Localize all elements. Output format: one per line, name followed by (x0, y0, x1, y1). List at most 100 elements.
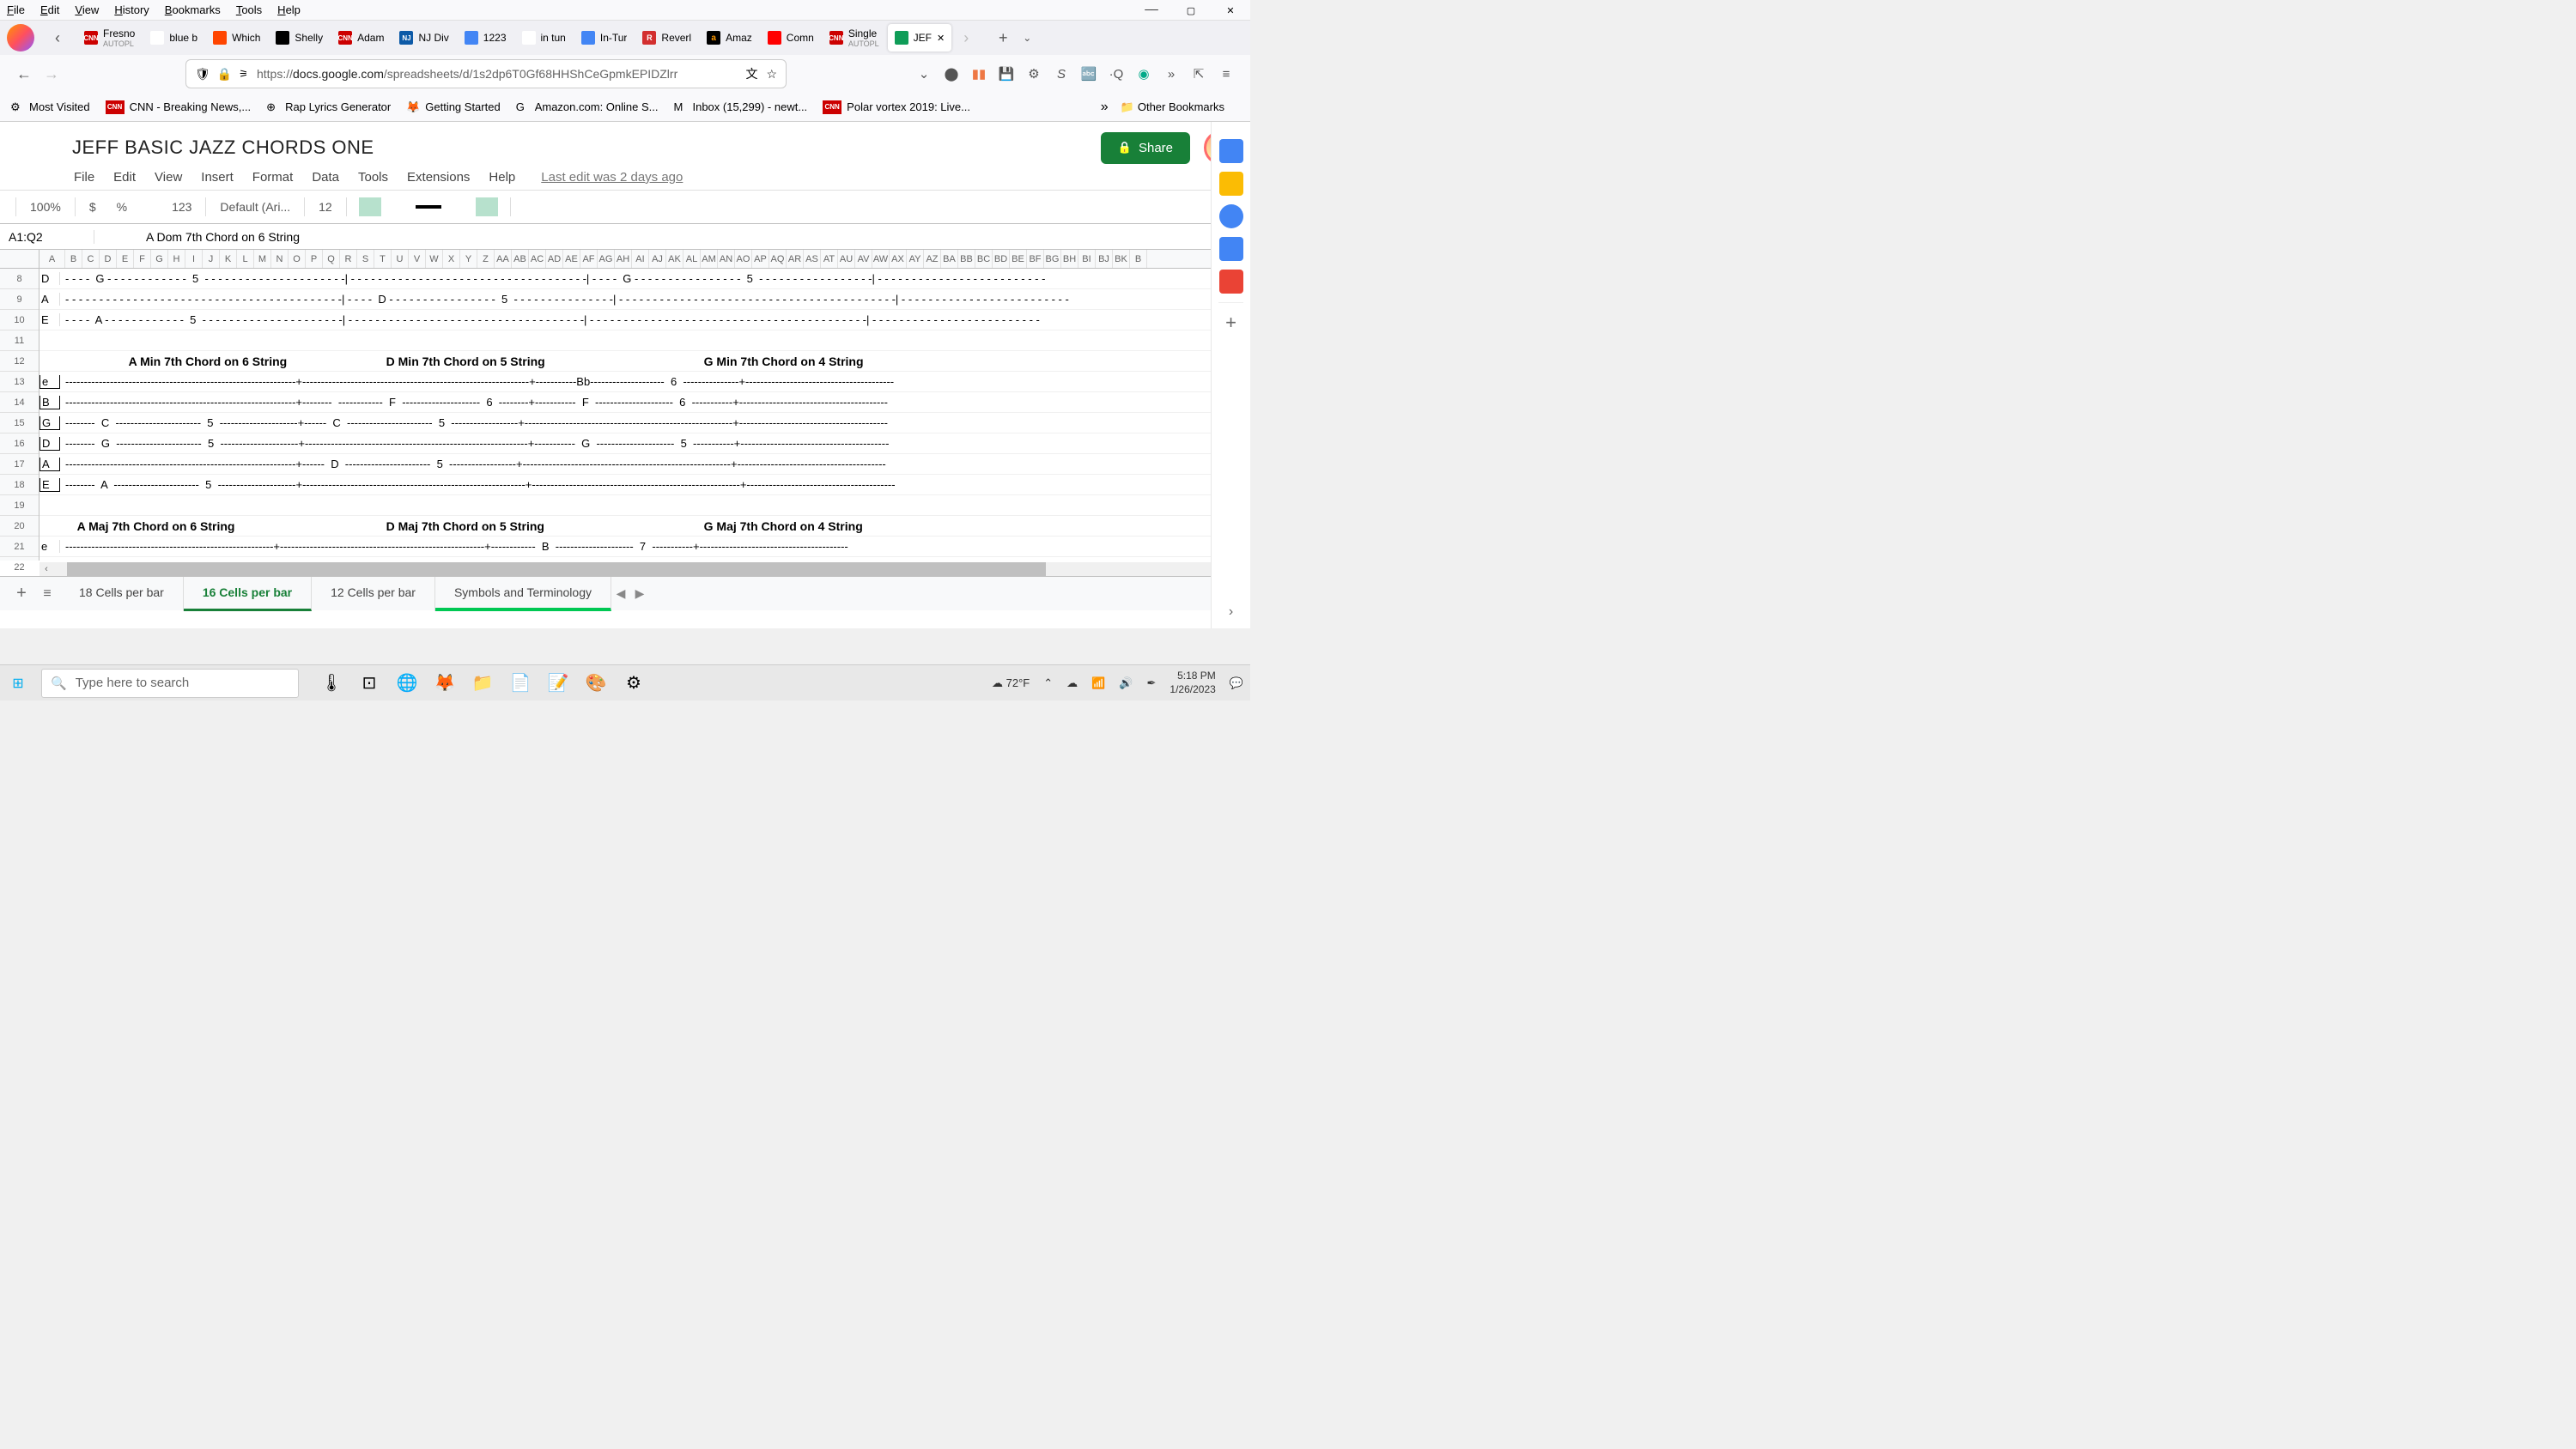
tab-cell[interactable]: - - - - A - - - - - - - - - - - - 5 - - … (60, 313, 1040, 326)
column-header[interactable]: AJ (649, 250, 666, 268)
column-header[interactable]: W (426, 250, 443, 268)
sheet-tab[interactable]: 16 Cells per bar (184, 577, 312, 611)
taskbar-explorer-icon[interactable]: 📁 (464, 665, 501, 701)
column-header[interactable]: H (168, 250, 185, 268)
column-header[interactable]: BB (958, 250, 975, 268)
taskbar-notepad-icon[interactable]: 📝 (539, 665, 577, 701)
column-header[interactable]: J (203, 250, 220, 268)
keep-icon[interactable] (1219, 172, 1243, 196)
sheets-menu-tools[interactable]: Tools (358, 170, 388, 185)
string-cell[interactable]: A (39, 293, 60, 306)
column-header[interactable]: AW (872, 250, 890, 268)
grid-row[interactable]: e---------------------------------------… (39, 537, 1250, 557)
pocket-icon[interactable]: ⌄ (910, 66, 938, 82)
column-header[interactable]: AY (907, 250, 924, 268)
browser-tab[interactable]: In-Tur (574, 24, 635, 52)
bookmark-star-icon[interactable]: ☆ (766, 67, 777, 82)
row-header[interactable]: 10 (0, 310, 39, 330)
column-header[interactable]: AK (666, 250, 683, 268)
column-header[interactable]: BK (1113, 250, 1130, 268)
all-sheets-button[interactable]: ≡ (34, 586, 60, 602)
column-header[interactable]: BD (993, 250, 1010, 268)
menu-tools[interactable]: Tools (236, 3, 262, 16)
ext-icon-2[interactable]: ▮▮ (965, 66, 993, 82)
spreadsheet-grid[interactable]: ABCDEFGHIJKLMNOPQRSTUVWXYZAAABACADAEAFAG… (0, 250, 1250, 576)
font-dropdown[interactable]: Default (Ari... (220, 200, 290, 214)
row-header[interactable]: 22 (0, 557, 39, 576)
window-maximize-button[interactable]: ▢ (1171, 0, 1211, 21)
tab-forward-button[interactable]: › (953, 25, 979, 51)
menu-view[interactable]: View (75, 3, 99, 16)
nav-forward-button[interactable]: → (38, 65, 65, 83)
hide-panel-button[interactable]: › (1212, 604, 1250, 620)
window-minimize-button[interactable]: ── (1132, 0, 1171, 21)
column-header[interactable]: AN (718, 250, 735, 268)
browser-tab[interactable]: NJNJ Div (392, 24, 455, 52)
column-header[interactable]: P (306, 250, 323, 268)
tray-wifi-icon[interactable]: 📶 (1091, 676, 1105, 690)
column-header[interactable]: BG (1044, 250, 1061, 268)
column-header[interactable]: BE (1010, 250, 1027, 268)
taskbar-search-input[interactable]: Type here to search (41, 669, 299, 698)
tray-onedrive-icon[interactable]: ☁ (1066, 676, 1078, 690)
column-header[interactable]: AI (632, 250, 649, 268)
share-button[interactable]: Share (1101, 132, 1190, 164)
grid-row[interactable]: B---------------------------------------… (39, 392, 1250, 413)
tray-chevron-icon[interactable]: ⌃ (1043, 676, 1053, 690)
sheet-tab[interactable]: 12 Cells per bar (312, 577, 435, 611)
column-header[interactable]: L (237, 250, 254, 268)
number-format-button[interactable]: 123 (172, 200, 191, 214)
browser-tab[interactable]: JEF✕ (888, 24, 952, 52)
bookmark-item[interactable]: CNNCNN - Breaking News,... (106, 100, 252, 114)
ext-icon-1[interactable]: ⬤ (938, 66, 965, 82)
column-header[interactable]: BC (975, 250, 993, 268)
sheet-tab[interactable]: 18 Cells per bar (60, 577, 184, 611)
column-header[interactable]: AA (495, 250, 512, 268)
tray-volume-icon[interactable]: 🔊 (1119, 676, 1133, 690)
currency-button[interactable]: $ (89, 200, 96, 214)
tab-cell[interactable]: -------- G ----------------------- 5 ---… (60, 437, 889, 450)
tab-back-button[interactable]: ‹ (45, 25, 70, 51)
column-header[interactable]: BH (1061, 250, 1078, 268)
horizontal-scrollbar[interactable]: ‹› (39, 562, 1236, 576)
menu-history[interactable]: History (114, 3, 149, 16)
translate-icon[interactable]: 文 (745, 65, 757, 82)
taskbar-firefox-icon[interactable]: 🦊 (426, 665, 464, 701)
column-header[interactable]: I (185, 250, 203, 268)
column-header[interactable]: BI (1078, 250, 1096, 268)
grid-row[interactable]: B---------------------------------------… (39, 557, 1250, 561)
start-button[interactable]: ⊞ (0, 665, 36, 701)
column-header[interactable]: Y (460, 250, 477, 268)
column-header[interactable]: K (220, 250, 237, 268)
browser-tab[interactable]: Comn (761, 24, 821, 52)
grid-row[interactable]: A- - - - - - - - - - - - - - - - - - - -… (39, 289, 1250, 310)
column-header[interactable]: B (1130, 250, 1147, 268)
string-cell[interactable]: e (39, 540, 60, 553)
row-header[interactable]: 19 (0, 495, 39, 516)
column-header[interactable]: AO (735, 250, 752, 268)
column-header[interactable]: S (357, 250, 374, 268)
extensions-icon[interactable]: ⇱ (1185, 66, 1212, 82)
tabs-dropdown-button[interactable]: ⌄ (1015, 32, 1039, 44)
tab-cell[interactable]: ----------------------------------------… (60, 540, 848, 553)
grid-row[interactable]: E-------- A ----------------------- 5 --… (39, 475, 1250, 495)
grid-row[interactable]: D-------- G ----------------------- 5 --… (39, 433, 1250, 454)
sheets-menu-data[interactable]: Data (312, 170, 339, 185)
bookmark-item[interactable]: CNNPolar vortex 2019: Live... (823, 100, 970, 114)
row-header[interactable]: 17 (0, 454, 39, 475)
tab-cell[interactable]: -------- A ----------------------- 5 ---… (60, 478, 896, 491)
new-tab-button[interactable]: + (991, 29, 1015, 47)
column-header[interactable]: U (392, 250, 409, 268)
formula-bar[interactable]: A Dom 7th Chord on 6 String (94, 230, 300, 244)
browser-tab[interactable]: RReverl (635, 24, 698, 52)
last-edit-link[interactable]: Last edit was 2 days ago (541, 170, 683, 185)
browser-tab[interactable]: blue b (143, 24, 204, 52)
browser-tab[interactable]: CNNFresnoAUTOPL (77, 24, 142, 52)
menu-help[interactable]: Help (277, 3, 301, 16)
column-header[interactable]: AG (598, 250, 615, 268)
string-cell[interactable]: E (39, 478, 60, 492)
string-cell[interactable]: e (39, 375, 60, 389)
string-cell[interactable]: A (39, 458, 60, 471)
grid-row[interactable]: E- - - - A - - - - - - - - - - - - 5 - -… (39, 310, 1250, 330)
column-header[interactable]: AZ (924, 250, 941, 268)
